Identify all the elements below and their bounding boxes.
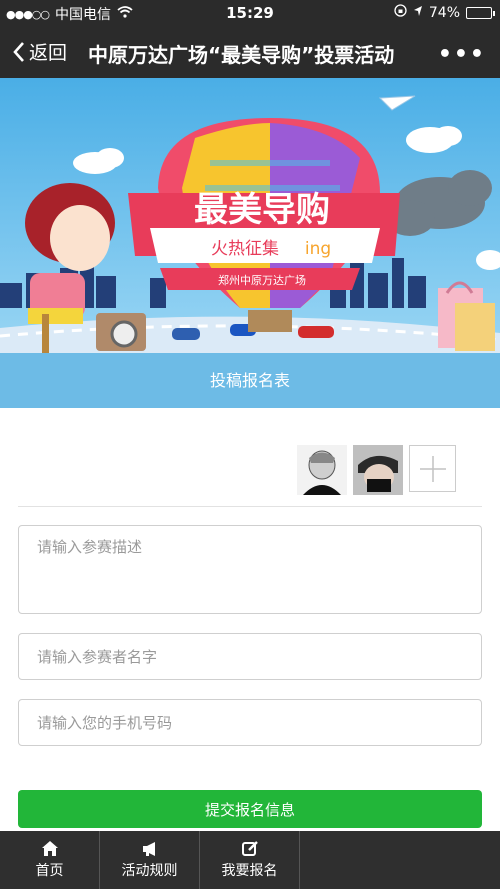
tab-label: 我要报名: [221, 863, 278, 879]
form-title-band: 投稿报名表: [0, 353, 500, 408]
banner-subline-suffix: ing: [305, 239, 331, 259]
location-icon: [413, 5, 423, 21]
battery-icon: [466, 6, 495, 19]
banner-subline: 火热征集: [211, 239, 279, 259]
divider: [18, 506, 482, 507]
plus-icon: [419, 455, 446, 482]
rotation-lock-icon: [394, 4, 407, 21]
add-photo-button[interactable]: [409, 445, 456, 492]
bottom-tab-bar: 首页 活动规则 我要报名: [0, 831, 500, 889]
megaphone-icon: [142, 841, 155, 856]
banner-brand: 郑州中原万达广场: [218, 273, 306, 287]
photo-upload-row: [297, 445, 456, 495]
more-button[interactable]: •••: [438, 42, 486, 67]
status-bar: ●●●○○ 中国电信 15:29 74%: [0, 0, 500, 26]
uploaded-photo[interactable]: [297, 445, 347, 495]
back-label: 返回: [29, 42, 68, 64]
description-field[interactable]: [18, 525, 482, 614]
status-right: 74%: [394, 4, 495, 21]
tab-label: 活动规则: [121, 862, 178, 879]
chevron-left-icon: [13, 41, 24, 62]
battery-percent: 74%: [428, 4, 460, 21]
edit-icon: [241, 841, 258, 856]
back-button[interactable]: 返回: [12, 38, 67, 65]
home-icon: [41, 841, 58, 856]
banner-headline: 最美导购: [194, 190, 330, 230]
contestant-name-input[interactable]: [18, 633, 482, 680]
page-title: 中原万达广场“最美导购”投票活动: [88, 43, 395, 67]
submit-button[interactable]: 提交报名信息: [18, 790, 482, 828]
uploaded-photo[interactable]: [353, 445, 403, 495]
tab-label: 首页: [35, 863, 64, 879]
phone-input[interactable]: [18, 699, 482, 746]
tab-home[interactable]: 首页: [0, 831, 100, 889]
tab-signup[interactable]: 我要报名: [200, 831, 300, 889]
nav-bar: 返回 中原万达广场“最美导购”投票活动 •••: [0, 26, 500, 78]
tab-rules[interactable]: 活动规则: [100, 831, 200, 889]
banner-image: 最美导购 火热征集 ing 郑州中原万达广场: [0, 78, 500, 353]
